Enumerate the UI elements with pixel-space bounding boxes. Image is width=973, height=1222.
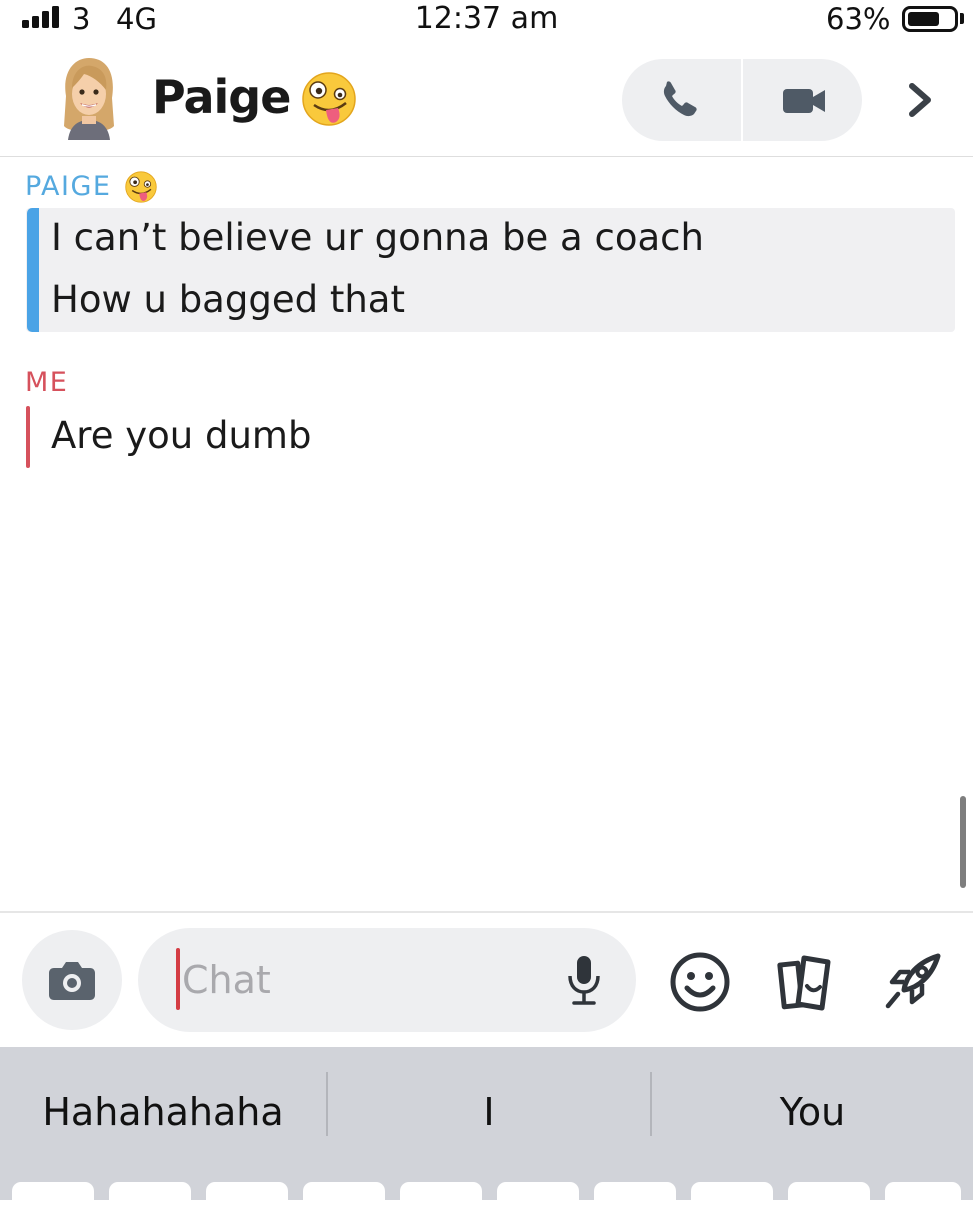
battery-tip: [960, 13, 964, 24]
scrollbar[interactable]: [960, 796, 966, 888]
video-call-button[interactable]: [743, 59, 862, 141]
camera-icon: [49, 962, 95, 1000]
camera-button[interactable]: [22, 930, 122, 1030]
status-bar: 3 4G 12:37 am 63%: [0, 0, 973, 40]
contact-name[interactable]: Paige: [152, 66, 291, 128]
message-accent-bar-me: [26, 406, 30, 468]
microphone-button[interactable]: [564, 952, 604, 1008]
keyboard-key[interactable]: [303, 1182, 385, 1222]
keyboard-key[interactable]: [206, 1182, 288, 1222]
message-text: I can’t believe ur gonna be a coach: [51, 216, 704, 259]
chat-input[interactable]: [182, 950, 542, 1010]
keyboard-key[interactable]: [691, 1182, 773, 1222]
contact-avatar[interactable]: [58, 56, 120, 140]
smiley-icon: [670, 952, 730, 1012]
smiley-button[interactable]: [666, 948, 734, 1016]
message-sender-me: ME: [25, 367, 69, 398]
voice-call-button[interactable]: [622, 59, 741, 141]
keyboard-key[interactable]: [12, 1182, 94, 1222]
keyboard-suggestion[interactable]: Hahahahaha: [0, 1072, 326, 1146]
keyboard-suggestion[interactable]: You: [652, 1072, 973, 1146]
zany-face-emoji-icon: [300, 70, 358, 128]
composer-divider: [0, 911, 973, 913]
rocket-button[interactable]: [880, 948, 946, 1014]
message-text: How u bagged that: [51, 278, 405, 321]
chevron-right-icon[interactable]: [900, 78, 940, 122]
header-divider: [0, 156, 973, 157]
sticker-button[interactable]: [774, 950, 836, 1014]
keyboard-key[interactable]: [109, 1182, 191, 1222]
video-camera-icon: [783, 89, 825, 113]
text-cursor: [176, 948, 180, 1010]
keyboard-key[interactable]: [885, 1182, 961, 1222]
message-accent-bar-paige: [27, 208, 39, 332]
keyboard-key[interactable]: [788, 1182, 870, 1222]
keyboard-suggestion[interactable]: I: [328, 1072, 650, 1146]
keyboard-key[interactable]: [594, 1182, 676, 1222]
rocket-icon: [885, 953, 941, 1009]
microphone-icon: [568, 956, 600, 1005]
keyboard-key[interactable]: [400, 1182, 482, 1222]
sticker-cards-icon: [777, 955, 831, 1011]
message-sender-paige: PAIGE: [25, 171, 112, 202]
keyboard-key[interactable]: [497, 1182, 579, 1222]
phone-icon: [663, 81, 697, 117]
battery-icon: [902, 6, 958, 32]
battery-percentage: 63%: [826, 2, 891, 36]
zany-face-emoji-icon: [124, 170, 158, 204]
message-text[interactable]: Are you dumb: [51, 414, 311, 458]
